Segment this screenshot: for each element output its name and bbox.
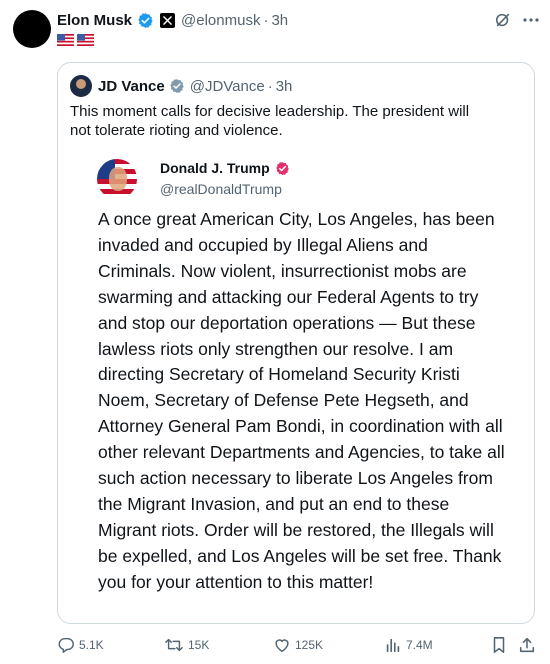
truth-author-name-row: Donald J. Trump (160, 160, 290, 176)
more-options-icon[interactable] (522, 17, 540, 23)
truth-post-text: A once great American City, Los Angeles,… (98, 209, 505, 592)
verified-badge-icon (138, 12, 153, 28)
share-icon (519, 637, 535, 653)
like-count: 125K (295, 638, 324, 652)
grok-icon[interactable] (494, 11, 512, 29)
bookmark-button[interactable] (491, 636, 507, 654)
heart-icon (275, 639, 289, 653)
like-button[interactable]: 125K (273, 636, 323, 654)
repost-button[interactable]: 15K (164, 636, 209, 654)
post-time[interactable]: 3h (271, 12, 288, 29)
us-flag-icon (57, 34, 74, 46)
reply-icon (58, 637, 74, 653)
embedded-truth-post-image[interactable]: Donald J. Trump @realDonaldTrump A once … (70, 149, 524, 609)
separator-dot: · (267, 77, 273, 95)
truth-author-handle: @realDonaldTrump (160, 181, 282, 197)
quoted-author-handle[interactable]: @JDVance (190, 78, 265, 95)
gray-verified-badge-icon (169, 79, 184, 93)
repost-icon (165, 638, 183, 652)
quoted-post-header: JD Vance @JDVance · 3h (70, 75, 292, 97)
reply-button[interactable]: 5.1K (57, 636, 104, 654)
bookmark-icon (493, 637, 505, 653)
truth-author-avatar (97, 159, 137, 199)
share-button[interactable] (518, 636, 536, 654)
post-text-flags (57, 34, 94, 46)
reply-count: 5.1K (79, 638, 104, 652)
truth-verified-badge-icon (275, 161, 289, 175)
quoted-author-name[interactable]: JD Vance (98, 78, 165, 95)
views-button[interactable]: 7.4M (384, 636, 433, 654)
author-name[interactable]: Elon Musk (57, 12, 132, 29)
truth-author-name: Donald J. Trump (160, 160, 270, 176)
post-action-bar: 5.1K 15K 125K 7.4M (57, 634, 540, 656)
quoted-author-avatar[interactable] (70, 75, 92, 97)
author-handle[interactable]: @elonmusk (181, 12, 260, 29)
post-header: Elon Musk @elonmusk · 3h (57, 9, 540, 31)
separator-dot: · (263, 11, 269, 29)
us-flag-icon (77, 34, 94, 46)
quoted-post-card[interactable]: JD Vance @JDVance · 3h This moment calls… (57, 62, 535, 624)
x-affiliation-icon (160, 12, 176, 28)
analytics-icon (386, 638, 400, 653)
author-avatar[interactable] (13, 10, 51, 48)
repost-count: 15K (188, 638, 210, 652)
view-count: 7.4M (406, 638, 433, 652)
quoted-post-text: This moment calls for decisive leadershi… (70, 103, 470, 139)
quoted-post-time[interactable]: 3h (276, 78, 293, 95)
